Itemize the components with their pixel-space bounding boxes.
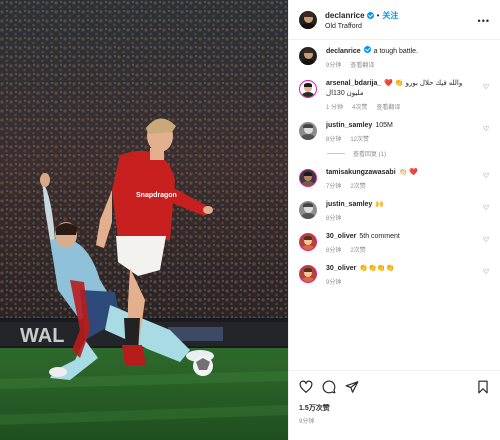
comment-likes[interactable]: 2次赞 [350, 245, 365, 254]
verified-badge-icon [363, 46, 371, 53]
caption-time: 9分钟 [326, 63, 342, 69]
comment-username[interactable]: justin_samley [326, 122, 372, 129]
action-bar [299, 379, 490, 395]
comment-item: 30_oliver 5th comment 8分钟 2次赞 ♡ [299, 232, 490, 254]
comment-item: 30_oliver 👏👏👏👏 9分钟 ♡ [299, 264, 490, 286]
comment-item: justin_samley 🙌 8分钟 ♡ [299, 200, 490, 222]
post-side-panel: declanrice • 关注 Old Trafford ••• declanr… [288, 0, 500, 440]
share-icon[interactable] [345, 380, 359, 394]
comment-time: 8分钟 [326, 137, 342, 143]
author-avatar[interactable] [299, 47, 317, 65]
like-count[interactable]: 1.5万次赞 [299, 403, 490, 413]
bookmark-icon[interactable] [476, 380, 490, 394]
comment-like-heart-icon[interactable]: ♡ [483, 269, 490, 276]
comment-like-heart-icon[interactable]: ♡ [483, 237, 490, 244]
comment-likes[interactable]: 2次赞 [350, 181, 365, 190]
comment-icon[interactable] [322, 380, 336, 394]
post-footer: 1.5万次赞 9分钟 [289, 370, 500, 440]
football-match-photo: WAL Snapdragon [0, 0, 288, 440]
comment-time: 9分钟 [326, 280, 342, 286]
comment-text: 👏👏👏👏 [359, 265, 395, 272]
see-translation-link[interactable]: 查看翻译 [376, 102, 400, 111]
post-photo[interactable]: WAL Snapdragon [0, 0, 288, 440]
caption-username[interactable]: declanrice [326, 48, 361, 55]
view-replies-link[interactable]: 查看回复 (1) [327, 149, 490, 158]
comment-likes[interactable]: 4次赞 [352, 102, 367, 111]
comment-text: 👏🏻 ❤️ [398, 169, 419, 176]
comment-time: 7分钟 [326, 184, 342, 190]
commenter-avatar[interactable] [299, 122, 317, 140]
commenter-avatar[interactable] [299, 233, 317, 251]
caption-row: declanrice a tough battle. 9分钟 查看翻译 [299, 46, 490, 69]
comment-username[interactable]: 30_oliver [326, 233, 356, 240]
comment-username[interactable]: arsenal_bdarija_ [326, 80, 381, 87]
svg-text:WAL: WAL [20, 325, 64, 347]
comment-text: 5th comment [359, 233, 400, 240]
comment-username[interactable]: justin_samley [326, 201, 372, 208]
post-location[interactable]: Old Trafford [325, 23, 398, 30]
verified-badge-icon [366, 11, 374, 19]
author-username[interactable]: declanrice [325, 11, 365, 20]
comment-like-heart-icon[interactable]: ♡ [483, 84, 490, 91]
comment-text: 🙌 [375, 201, 385, 208]
commenter-avatar[interactable] [299, 80, 317, 98]
comment-item: arsenal_bdarija_ ❤️ 👏 والله فيك حلال بورو… [299, 79, 490, 111]
comment-like-heart-icon[interactable]: ♡ [483, 126, 490, 133]
commenter-avatar[interactable] [299, 201, 317, 219]
comment-time: 8分钟 [326, 248, 342, 254]
comment-like-heart-icon[interactable]: ♡ [483, 205, 490, 212]
commenter-avatar[interactable] [299, 169, 317, 187]
post-time: 9分钟 [299, 419, 315, 425]
comment-like-heart-icon[interactable]: ♡ [483, 173, 490, 180]
commenter-avatar[interactable] [299, 265, 317, 283]
comment-text: 105M [375, 122, 393, 129]
caption-text: a tough battle. [373, 48, 419, 55]
comments-list[interactable]: declanrice a tough battle. 9分钟 查看翻译 arsen… [289, 40, 500, 370]
comment-username[interactable]: tamisakungzawasabi [326, 169, 396, 176]
comment-item: justin_samley 105M 8分钟 12次赞 ♡ [299, 121, 490, 143]
heart-icon[interactable] [299, 380, 313, 394]
follow-button[interactable]: 关注 [382, 10, 398, 21]
svg-text:Snapdragon: Snapdragon [136, 192, 177, 199]
comment-time: 8分钟 [326, 216, 342, 222]
post-header: declanrice • 关注 Old Trafford ••• [289, 0, 500, 40]
dot-separator: • [376, 10, 380, 20]
more-icon[interactable]: ••• [478, 16, 490, 26]
comment-username[interactable]: 30_oliver [326, 265, 356, 272]
comment-item: tamisakungzawasabi 👏🏻 ❤️ 7分钟 2次赞 ♡ [299, 168, 490, 190]
comment-likes[interactable]: 12次赞 [350, 134, 369, 143]
author-avatar[interactable] [299, 10, 317, 29]
see-translation-link[interactable]: 查看翻译 [350, 60, 374, 69]
comment-time: 1 分钟 [326, 105, 344, 111]
